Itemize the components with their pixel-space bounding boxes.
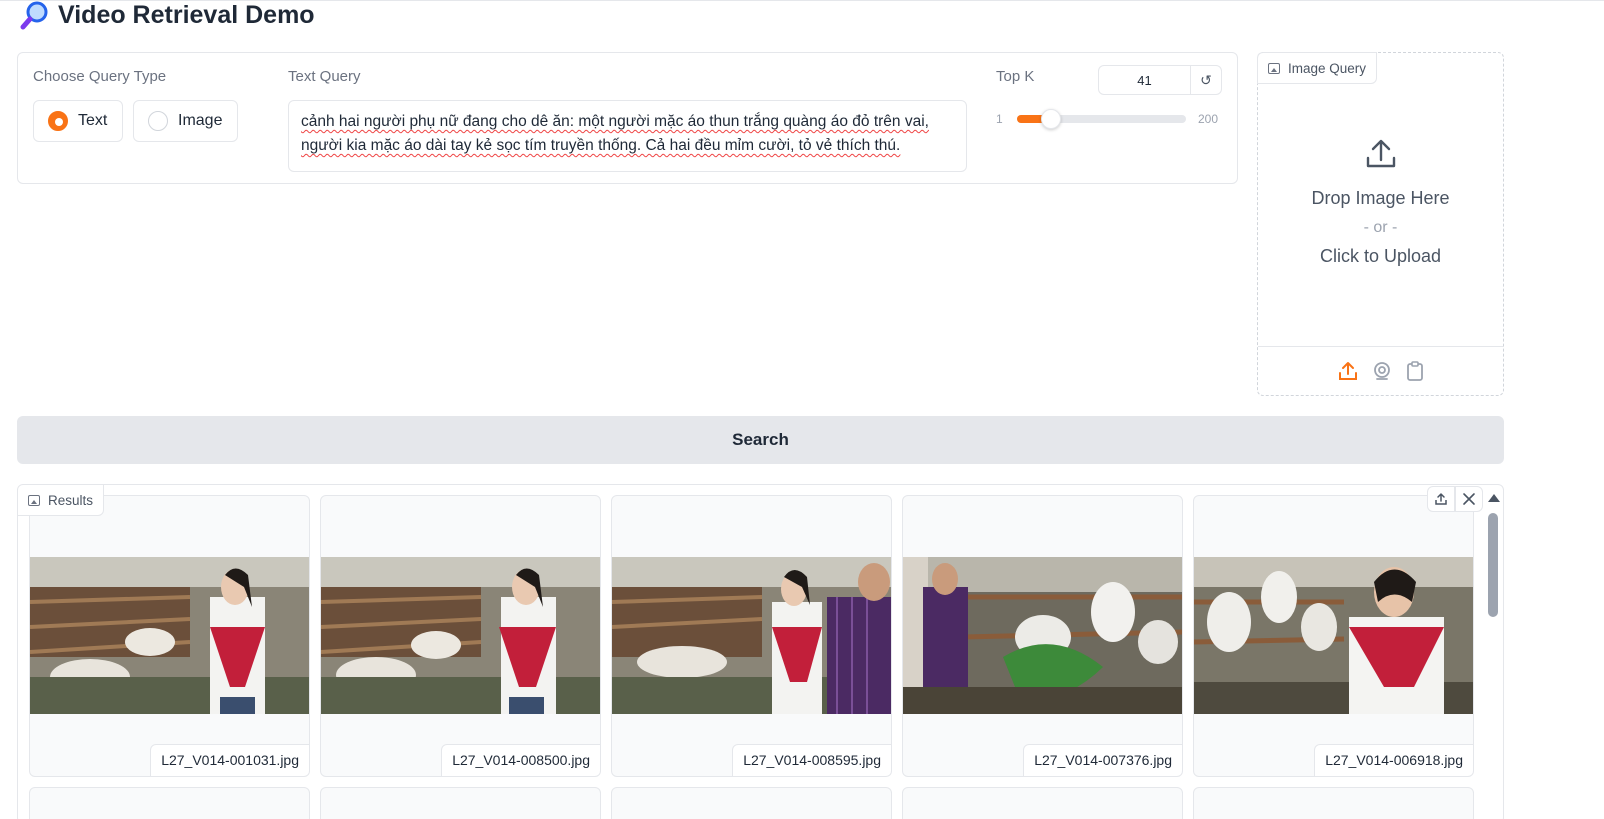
result-thumbnail[interactable]: L27_V014-001031.jpg bbox=[29, 495, 310, 777]
click-upload-text: Click to Upload bbox=[1319, 246, 1442, 266]
result-thumbnail[interactable] bbox=[1193, 787, 1474, 819]
radio-text-label: Text bbox=[78, 112, 108, 129]
image-query-label: Image Query bbox=[1288, 60, 1367, 76]
clipboard-icon[interactable] bbox=[1406, 361, 1424, 381]
close-icon[interactable] bbox=[1455, 486, 1483, 512]
result-thumbnail[interactable] bbox=[902, 787, 1183, 819]
scroll-up-arrow[interactable] bbox=[1488, 494, 1500, 502]
results-label: Results bbox=[48, 492, 94, 508]
page-title: Video Retrieval Demo bbox=[58, 0, 315, 29]
radio-dot bbox=[148, 111, 168, 131]
query-type-label: Choose Query Type bbox=[33, 68, 167, 85]
app-header: Video Retrieval Demo bbox=[20, 0, 315, 30]
radio-text[interactable]: Text bbox=[33, 100, 123, 142]
result-thumbnail[interactable]: L27_V014-006918.jpg bbox=[1193, 495, 1474, 777]
upload-icon[interactable] bbox=[1338, 361, 1358, 381]
top-k-number-input[interactable]: 41 bbox=[1098, 65, 1191, 95]
thumbnail-caption: L27_V014-001031.jpg bbox=[150, 744, 309, 776]
thumbnail-image bbox=[1194, 557, 1473, 714]
top-k-slider[interactable] bbox=[1017, 109, 1186, 129]
gallery-toolbar bbox=[1427, 486, 1483, 512]
image-query-panel[interactable]: Image Query Drop Image Here - or - Click… bbox=[1257, 52, 1504, 396]
thumbnail-image bbox=[903, 557, 1182, 714]
image-icon bbox=[1268, 62, 1280, 74]
result-thumbnail[interactable]: L27_V014-008595.jpg bbox=[611, 495, 892, 777]
thumbnail-image bbox=[30, 557, 309, 714]
image-icon bbox=[28, 494, 40, 506]
thumbnail-caption: L27_V014-006918.jpg bbox=[1314, 744, 1473, 776]
result-thumbnail[interactable] bbox=[29, 787, 310, 819]
results-tag: Results bbox=[18, 485, 105, 516]
slider-min: 1 bbox=[996, 112, 1003, 126]
top-k-label: Top K bbox=[996, 68, 1035, 85]
radio-image-label: Image bbox=[178, 112, 223, 129]
thumbnail-caption: L27_V014-008500.jpg bbox=[441, 744, 600, 776]
search-button[interactable]: Search bbox=[17, 416, 1504, 464]
radio-dot-checked bbox=[48, 111, 68, 131]
drop-text: Drop Image Here bbox=[1311, 188, 1450, 208]
magnifier-icon bbox=[20, 1, 48, 30]
source-selector bbox=[1258, 346, 1503, 395]
upload-icon bbox=[1366, 139, 1395, 168]
result-thumbnail[interactable]: L27_V014-008500.jpg bbox=[320, 495, 601, 777]
image-dropzone[interactable]: Drop Image Here - or - Click to Upload bbox=[1258, 138, 1503, 271]
result-thumbnail[interactable] bbox=[320, 787, 601, 819]
or-text: - or - bbox=[1363, 219, 1398, 236]
thumbnail-image bbox=[612, 557, 891, 714]
results-gallery: Results L27_V014-001031.jpg L27_V014-008… bbox=[17, 484, 1504, 819]
thumbnail-image bbox=[321, 557, 600, 714]
webcam-icon[interactable] bbox=[1372, 361, 1392, 381]
reset-icon[interactable]: ↺ bbox=[1190, 65, 1222, 95]
text-query-label: Text Query bbox=[288, 68, 361, 85]
radio-image[interactable]: Image bbox=[133, 100, 238, 142]
result-thumbnail[interactable]: L27_V014-007376.jpg bbox=[902, 495, 1183, 777]
slider-thumb[interactable] bbox=[1041, 109, 1061, 129]
thumbnail-caption: L27_V014-007376.jpg bbox=[1023, 744, 1182, 776]
scrollbar[interactable] bbox=[1488, 513, 1498, 617]
query-panel: Choose Query Type Text Image Text Query … bbox=[17, 52, 1238, 184]
slider-max: 200 bbox=[1198, 112, 1219, 126]
result-thumbnail[interactable] bbox=[611, 787, 892, 819]
image-query-tag: Image Query bbox=[1257, 52, 1378, 84]
thumbnail-caption: L27_V014-008595.jpg bbox=[732, 744, 891, 776]
text-query-input[interactable]: cảnh hai người phụ nữ đang cho dê ăn: mộ… bbox=[288, 100, 967, 172]
share-icon[interactable] bbox=[1427, 486, 1455, 512]
